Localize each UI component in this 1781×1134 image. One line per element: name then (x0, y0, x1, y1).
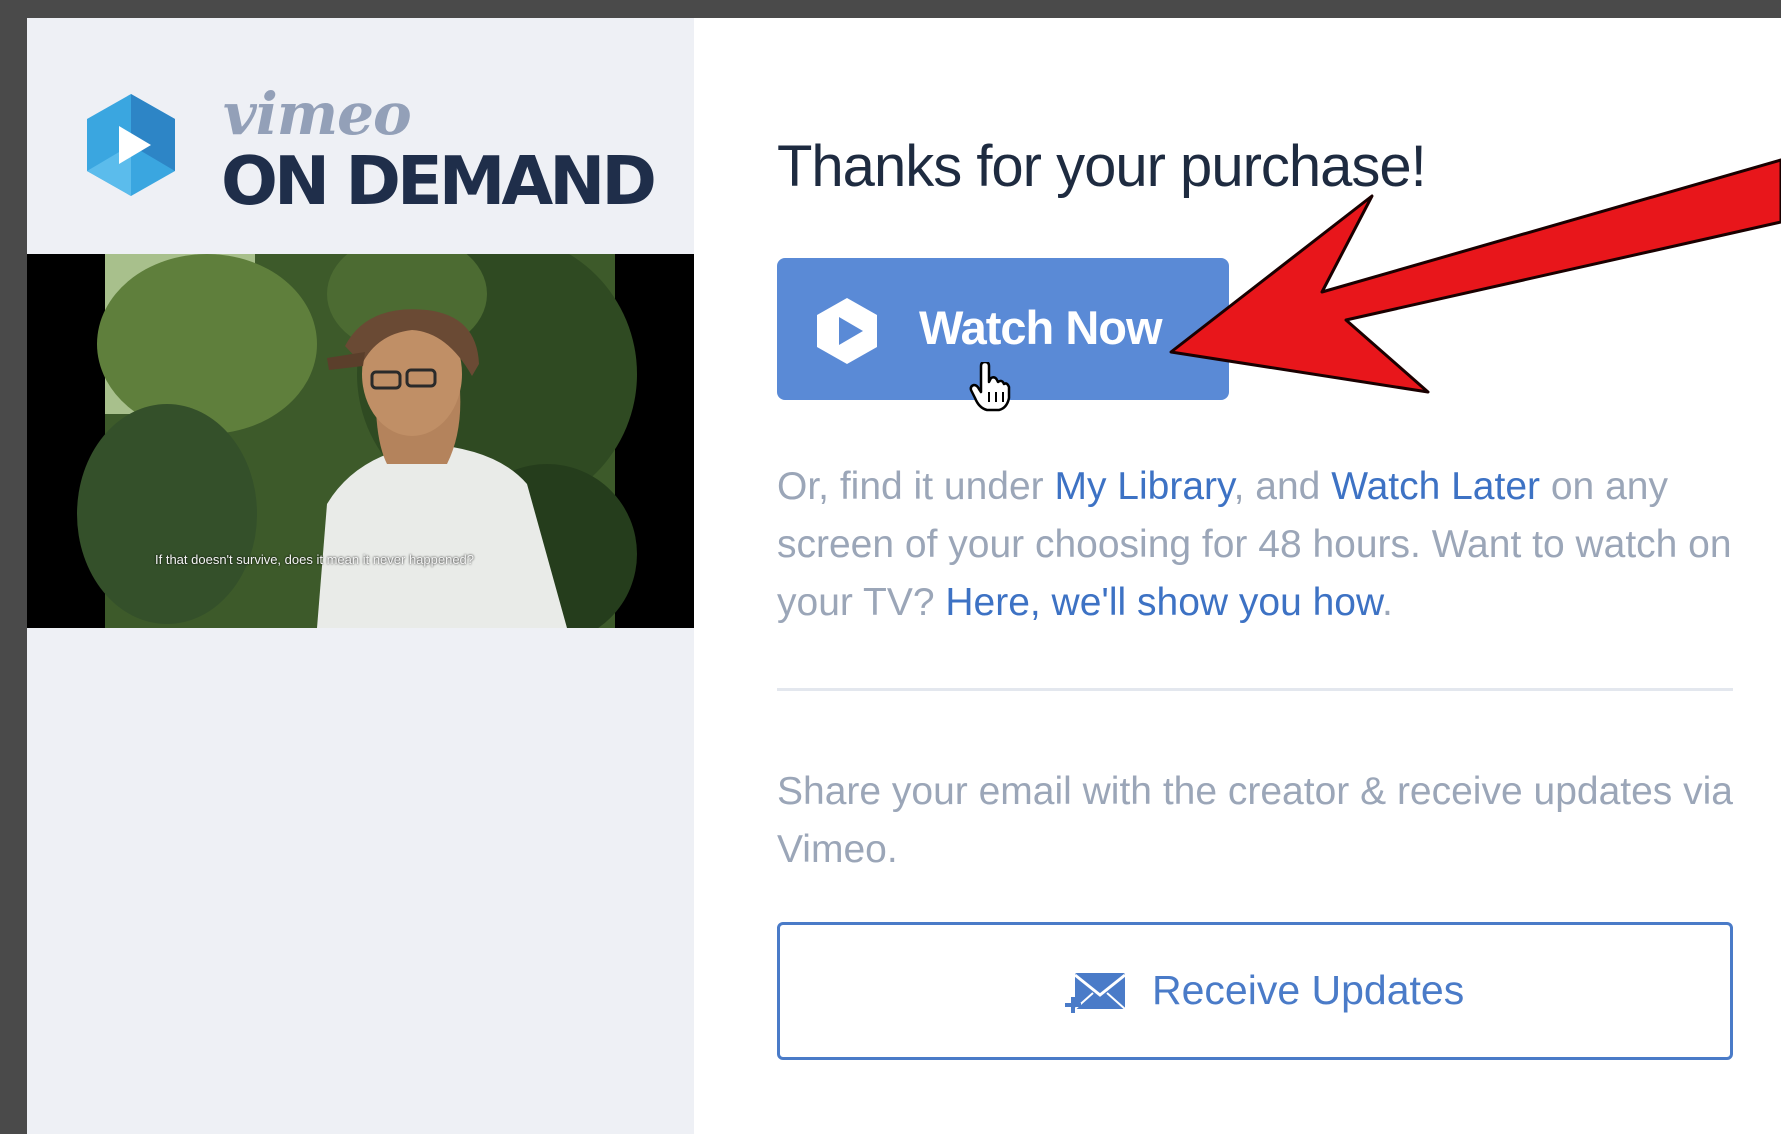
purchase-modal: vimeo ON DEMAND If that doesn't survive,… (27, 18, 1781, 1134)
hand-cursor-icon (969, 362, 1011, 412)
logo-vimeo-text: vimeo (223, 80, 412, 148)
logo-on-demand-text: ON DEMAND (221, 142, 657, 220)
watch-now-button[interactable]: Watch Now (777, 258, 1229, 412)
description-text-1: Or, find it under (777, 465, 1055, 508)
sidebar: vimeo ON DEMAND If that doesn't survive,… (27, 18, 694, 1134)
receive-updates-button[interactable]: Receive Updates (777, 922, 1733, 1060)
envelope-add-icon (1065, 973, 1126, 1013)
receive-updates-label: Receive Updates (1152, 967, 1465, 1013)
watch-later-link[interactable]: Watch Later (1331, 465, 1540, 508)
page-title: Thanks for your purchase! (777, 134, 1427, 199)
description-text-4: . (1382, 581, 1393, 624)
video-subtitle: If that doesn't survive, does it mean it… (155, 552, 475, 567)
play-icon (817, 298, 877, 364)
my-library-link[interactable]: My Library (1054, 465, 1233, 508)
vimeo-on-demand-logo: vimeo ON DEMAND (81, 76, 657, 220)
tv-help-link[interactable]: Here, we'll show you how (945, 581, 1382, 624)
divider (777, 688, 1733, 691)
vimeo-hexagon-logo-icon (87, 94, 175, 196)
video-thumbnail[interactable]: If that doesn't survive, does it mean it… (27, 254, 694, 628)
share-email-text: Share your email with the creator & rece… (777, 770, 1733, 871)
main-content: Thanks for your purchase! Watch Now Or, … (777, 18, 1737, 1134)
library-instructions: Or, find it under My Library, and Watch … (777, 458, 1737, 632)
watch-now-label: Watch Now (919, 301, 1163, 354)
description-text-2: , and (1233, 465, 1332, 508)
